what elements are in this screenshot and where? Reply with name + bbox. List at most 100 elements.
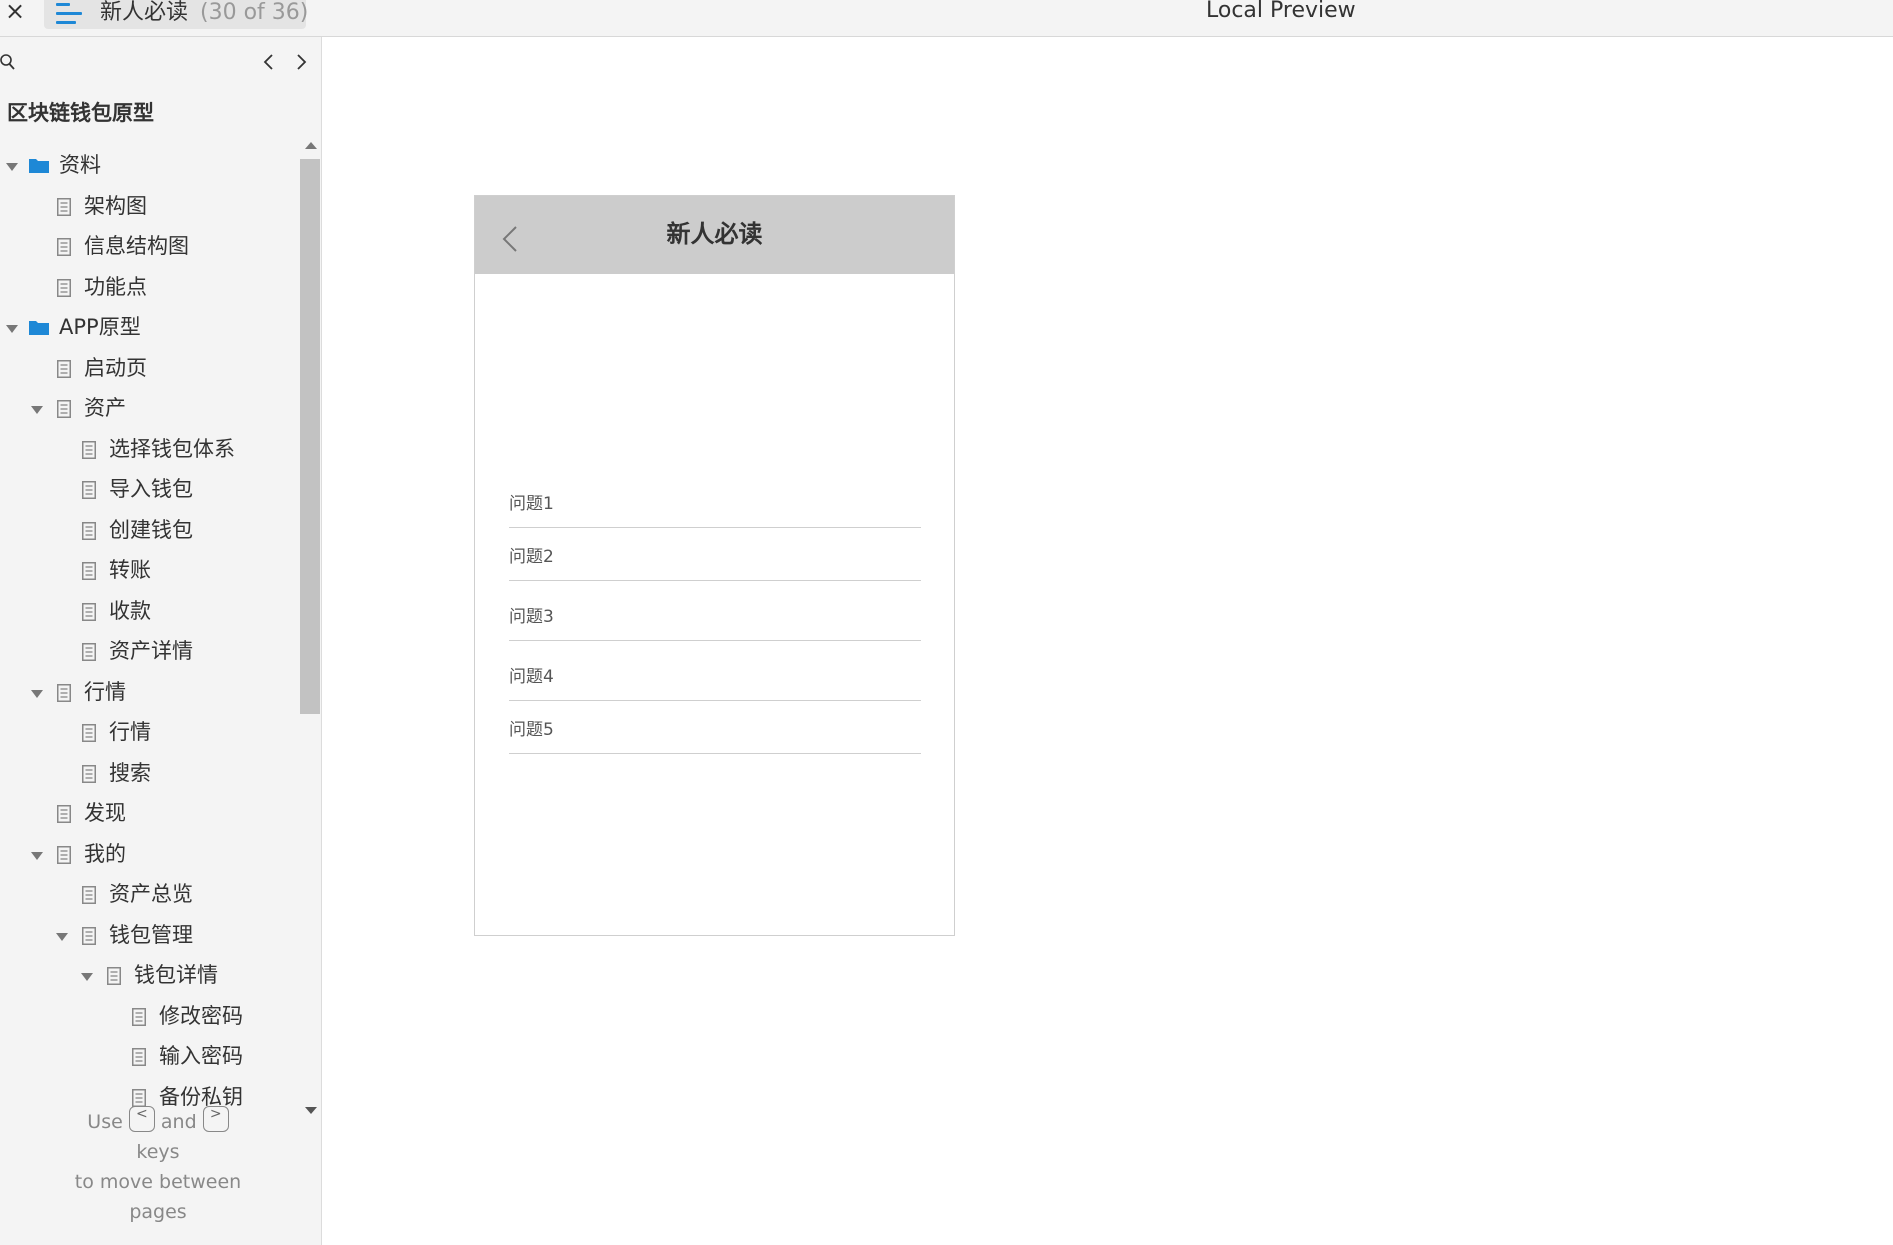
page-icon xyxy=(82,602,96,621)
tree-item[interactable]: 选择钱包体系 xyxy=(0,431,300,471)
tree-item[interactable]: 行情 xyxy=(0,714,300,754)
tree-item-label: 输入密码 xyxy=(159,1044,243,1068)
tree-item-label: 钱包管理 xyxy=(109,922,193,947)
tree-item[interactable]: 资产 xyxy=(0,390,300,430)
tree-item[interactable]: 导入钱包 xyxy=(0,471,300,511)
prev-key-icon: < xyxy=(128,1105,155,1132)
question-label: 问题1 xyxy=(509,494,554,514)
tree-item[interactable]: 创建钱包 xyxy=(0,512,300,552)
tree-item[interactable]: 钱包详情 xyxy=(0,957,300,997)
question-label: 问题5 xyxy=(509,720,554,740)
question-label: 问题3 xyxy=(509,607,554,627)
project-title: 区块链钱包原型 xyxy=(7,101,154,125)
chevron-left-icon[interactable] xyxy=(258,50,280,74)
tree-item[interactable]: 钱包管理 xyxy=(0,917,300,957)
tree-item-label: 我的 xyxy=(84,841,126,866)
page-icon xyxy=(82,724,96,742)
tree-item[interactable]: 发现 xyxy=(0,795,300,835)
page-icon xyxy=(57,683,71,702)
tree-item-label: 架构图 xyxy=(84,193,147,218)
expand-caret-icon[interactable] xyxy=(81,973,93,981)
tree-item-label: 资料 xyxy=(59,153,101,177)
help-and: and xyxy=(160,1111,197,1133)
tree-item[interactable]: 输入密码 xyxy=(0,1038,300,1078)
tree-item-label: 修改密码 xyxy=(159,1003,243,1028)
menu-icon[interactable] xyxy=(56,3,82,25)
tree-item[interactable]: 架构图 xyxy=(0,188,300,228)
scrollbar[interactable] xyxy=(300,137,320,1122)
page-title: 新人必读 xyxy=(100,0,189,25)
page-icon xyxy=(132,1088,146,1107)
question-item[interactable]: 问题3 xyxy=(509,587,921,641)
tree-item[interactable]: 修改密码 xyxy=(0,998,300,1038)
tree-item[interactable]: 信息结构图 xyxy=(0,228,300,268)
help-line-2: keys xyxy=(136,1141,180,1163)
page-icon xyxy=(57,238,71,256)
folder-icon xyxy=(29,321,49,335)
tree-item[interactable]: 启动页 xyxy=(0,350,300,390)
page-icon xyxy=(82,764,96,783)
question-item[interactable]: 问题1 xyxy=(509,474,921,528)
expand-caret-icon[interactable] xyxy=(6,163,18,171)
page-icon xyxy=(57,278,71,297)
page-icon xyxy=(57,805,71,823)
tree-item[interactable]: 转账 xyxy=(0,552,300,592)
tree-item[interactable]: 资料 xyxy=(0,147,300,187)
tree-item[interactable]: 搜索 xyxy=(0,755,300,795)
tree-item-label: 行情 xyxy=(84,679,126,704)
tree-item-label: 资产总览 xyxy=(109,882,193,906)
page-icon xyxy=(57,197,71,216)
page-icon xyxy=(57,845,71,864)
keyboard-help: Use < and > keys to move between pages xyxy=(0,1105,316,1227)
help-use: Use xyxy=(87,1111,123,1133)
local-preview-label: Local Preview xyxy=(1206,0,1356,23)
chevron-right-icon[interactable] xyxy=(290,50,312,74)
tree-item-label: 行情 xyxy=(109,720,151,744)
search-icon[interactable] xyxy=(0,53,18,73)
tree-item[interactable]: 我的 xyxy=(0,836,300,876)
next-key-icon: > xyxy=(202,1105,229,1132)
sitemap-tree: 资料架构图信息结构图功能点 APP原型启动页资产选择钱包体系 导入钱包 创建钱包 转账收… xyxy=(0,137,300,1122)
tree-item[interactable]: 资产总览 xyxy=(0,876,300,916)
page-icon xyxy=(82,926,96,945)
close-icon[interactable]: × xyxy=(4,0,26,25)
question-label: 问题2 xyxy=(509,547,554,567)
tree-item[interactable]: 功能点 xyxy=(0,269,300,309)
question-item[interactable]: 问题4 xyxy=(509,647,921,701)
tree-item-label: 发现 xyxy=(84,801,126,825)
page-icon xyxy=(57,400,71,418)
phone-prototype: 新人必读 问题1 问题2 问题3 问题4 问题5 xyxy=(474,195,955,936)
page-icon xyxy=(132,1048,146,1066)
question-item[interactable]: 问题2 xyxy=(509,527,921,581)
page-icon xyxy=(82,562,96,580)
scroll-thumb[interactable] xyxy=(300,159,320,714)
expand-caret-icon[interactable] xyxy=(31,406,43,414)
page-tab[interactable]: 新人必读 (30 of 36) xyxy=(44,0,308,29)
question-label: 问题4 xyxy=(509,667,554,687)
expand-caret-icon[interactable] xyxy=(31,689,43,698)
question-item[interactable]: 问题5 xyxy=(509,700,921,754)
expand-caret-icon[interactable] xyxy=(6,325,18,333)
expand-caret-icon[interactable] xyxy=(31,851,43,860)
top-bar: × 新人必读 (30 of 36) Local Preview xyxy=(0,0,1893,37)
page-icon xyxy=(57,359,71,378)
page-icon xyxy=(82,440,96,459)
tree-item-label: 功能点 xyxy=(84,274,147,299)
phone-header: 新人必读 xyxy=(475,196,954,274)
tree-item[interactable]: 收款 xyxy=(0,593,300,633)
help-line-4: pages xyxy=(129,1201,187,1223)
page-icon xyxy=(82,521,96,540)
tree-item[interactable]: 行情 xyxy=(0,674,300,714)
page-icon xyxy=(82,481,96,499)
tree-item-label: 资产详情 xyxy=(109,639,193,663)
page-icon xyxy=(107,967,121,985)
tree-item-label: 资产 xyxy=(84,396,126,420)
tree-item[interactable]: 资产详情 xyxy=(0,633,300,673)
tree-item[interactable]: APP原型 xyxy=(0,309,300,349)
expand-caret-icon[interactable] xyxy=(56,932,68,941)
page-icon xyxy=(82,643,96,661)
scroll-up-arrow-icon[interactable] xyxy=(305,142,317,149)
phone-title: 新人必读 xyxy=(666,220,763,248)
help-line-3: to move between xyxy=(74,1171,242,1193)
tree-item-label: 启动页 xyxy=(84,355,147,380)
